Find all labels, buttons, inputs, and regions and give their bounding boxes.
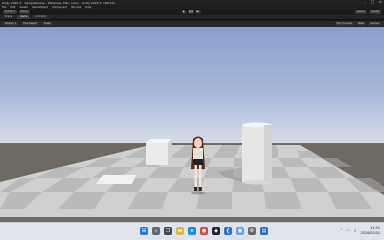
layers-dropdown[interactable]: Layers: [354, 10, 367, 14]
play-focused-dropdown[interactable]: Play Focused: [334, 22, 355, 26]
step-icon[interactable]: ▶|: [195, 10, 201, 14]
gizmos-button[interactable]: Gizmos: [368, 22, 381, 26]
photos-icon[interactable]: ▣: [236, 227, 244, 235]
file-explorer-icon[interactable]: ▬: [176, 227, 184, 235]
scene-render: [0, 122, 384, 217]
vscode-icon[interactable]: ❮: [224, 227, 232, 235]
edge-icon[interactable]: e: [188, 227, 196, 235]
taskbar-apps: ⊞ ⌕ ❐ ▬ e ● ◆ ❮ ▣ ⚙ ▤: [140, 227, 268, 235]
wifi-icon[interactable]: ◠: [346, 228, 350, 233]
aspect-dropdown[interactable]: Free Aspect: [21, 22, 40, 26]
display-dropdown[interactable]: Display 1: [3, 22, 19, 26]
view-tabbar: Scene Game Animator: [0, 15, 384, 20]
layout-dropdown[interactable]: Layout: [368, 10, 381, 14]
account-button[interactable]: Account: [3, 10, 17, 14]
unity-icon[interactable]: ◆: [212, 227, 220, 235]
play-icon[interactable]: ▶: [181, 10, 187, 14]
system-tray: ˄ ◠ ♪ 11:52 2024/01/01: [340, 226, 380, 235]
task-view-icon[interactable]: ❐: [164, 227, 172, 235]
tab-animator[interactable]: Animator: [32, 15, 50, 19]
game-viewport[interactable]: [0, 27, 384, 222]
window-title: Unity 2022.3 - SampleScene - Windows, Ma…: [2, 0, 116, 5]
clock[interactable]: 11:52 2024/01/01: [360, 226, 380, 235]
search-icon[interactable]: ⌕: [152, 227, 160, 235]
floor-plane-object: [96, 175, 136, 184]
play-controls: ▶ ❚❚ ▶|: [181, 10, 201, 14]
stats-button[interactable]: Stats: [356, 22, 367, 26]
windows-start-icon[interactable]: ⊞: [140, 227, 148, 235]
settings-icon[interactable]: ⚙: [248, 227, 256, 235]
store-icon[interactable]: ▤: [260, 227, 268, 235]
clock-date: 2024/01/01: [360, 230, 380, 235]
volume-icon[interactable]: ♪: [354, 228, 357, 233]
chrome-icon[interactable]: ●: [200, 227, 208, 235]
tab-game[interactable]: Game: [17, 15, 31, 19]
os-taskbar: ⊞ ⌕ ❐ ▬ e ● ◆ ❮ ▣ ⚙ ▤ ˄ ◠ ♪ 11:52 2024/0…: [0, 222, 384, 240]
pause-icon[interactable]: ❚❚: [188, 10, 194, 14]
scale-slider[interactable]: Scale: [42, 22, 53, 26]
tab-scene[interactable]: Scene: [2, 15, 16, 19]
cloud-button[interactable]: Cloud: [18, 10, 30, 14]
chevron-up-icon[interactable]: ˄: [340, 228, 342, 233]
cube-object: [146, 139, 172, 165]
